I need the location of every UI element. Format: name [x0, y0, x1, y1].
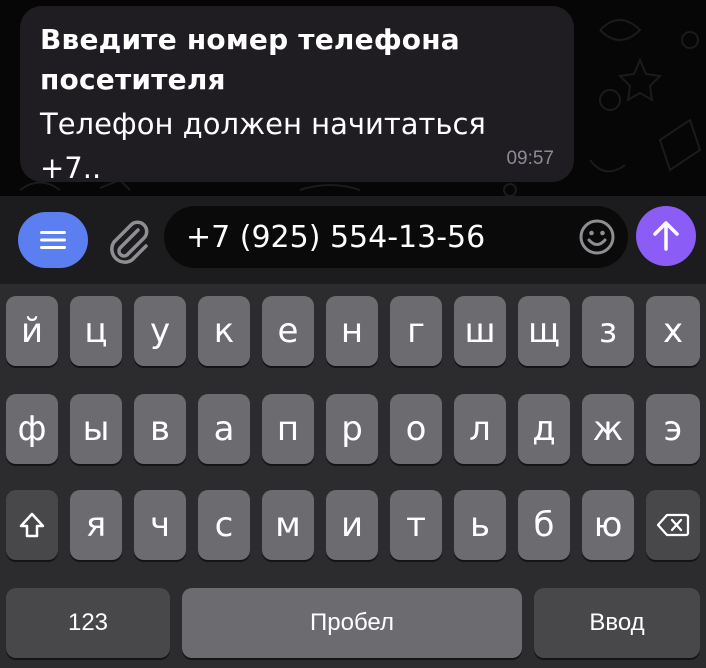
- shift-icon: [19, 512, 45, 538]
- key-letter[interactable]: и: [326, 490, 378, 560]
- emoji-icon: [579, 219, 615, 255]
- key-letter[interactable]: в: [134, 394, 186, 464]
- attach-button[interactable]: [104, 216, 150, 266]
- key-letter[interactable]: г: [390, 296, 442, 366]
- key-letter[interactable]: н: [326, 296, 378, 366]
- key-letter[interactable]: ч: [134, 490, 186, 560]
- message-composer: [0, 196, 706, 284]
- key-letter[interactable]: х: [646, 296, 700, 366]
- message-title: Введите номер телефона посетителя: [40, 23, 460, 96]
- backspace-key[interactable]: [646, 490, 700, 560]
- key-letter[interactable]: э: [646, 394, 700, 464]
- key-letter[interactable]: б: [518, 490, 570, 560]
- key-letter[interactable]: п: [262, 394, 314, 464]
- key-letter[interactable]: й: [6, 296, 58, 366]
- key-letter[interactable]: т: [390, 490, 442, 560]
- backspace-icon: [656, 513, 690, 537]
- key-letter[interactable]: д: [518, 394, 570, 464]
- key-letter[interactable]: ц: [70, 296, 122, 366]
- message-time: 09:57: [506, 148, 554, 169]
- return-key[interactable]: Ввод: [534, 588, 700, 658]
- key-letter[interactable]: р: [326, 394, 378, 464]
- keyboard: й ц у к е н г ш щ з х ф ы в а п р о л д …: [0, 284, 706, 668]
- key-letter[interactable]: ю: [582, 490, 634, 560]
- message-field: [164, 206, 628, 268]
- key-letter[interactable]: ш: [454, 296, 506, 366]
- key-letter[interactable]: з: [582, 296, 634, 366]
- key-letter[interactable]: а: [198, 394, 250, 464]
- send-button[interactable]: [636, 206, 696, 266]
- menu-button[interactable]: [18, 212, 88, 268]
- key-letter[interactable]: о: [390, 394, 442, 464]
- key-letter[interactable]: ж: [582, 394, 634, 464]
- key-letter[interactable]: я: [70, 490, 122, 560]
- key-letter[interactable]: ь: [454, 490, 506, 560]
- key-letter[interactable]: ф: [6, 394, 58, 464]
- message-bubble: Введите номер телефона посетителя Телефо…: [20, 6, 574, 185]
- key-letter[interactable]: ы: [70, 394, 122, 464]
- message-text: Телефон должен начитаться +7..: [40, 107, 486, 185]
- key-letter[interactable]: с: [198, 490, 250, 560]
- message-input[interactable]: [186, 212, 566, 262]
- key-letter[interactable]: м: [262, 490, 314, 560]
- menu-icon: [40, 231, 66, 249]
- paperclip-icon: [110, 220, 149, 264]
- emoji-button[interactable]: [578, 218, 616, 256]
- arrow-up-icon: [653, 221, 679, 251]
- numbers-key[interactable]: 123: [6, 588, 170, 658]
- key-letter[interactable]: е: [262, 296, 314, 366]
- chat-area: Введите номер телефона посетителя Телефо…: [0, 0, 706, 196]
- space-key[interactable]: Пробел: [182, 588, 522, 658]
- key-letter[interactable]: к: [198, 296, 250, 366]
- key-letter[interactable]: л: [454, 394, 506, 464]
- key-letter[interactable]: щ: [518, 296, 570, 366]
- shift-key[interactable]: [6, 490, 58, 560]
- key-letter[interactable]: у: [134, 296, 186, 366]
